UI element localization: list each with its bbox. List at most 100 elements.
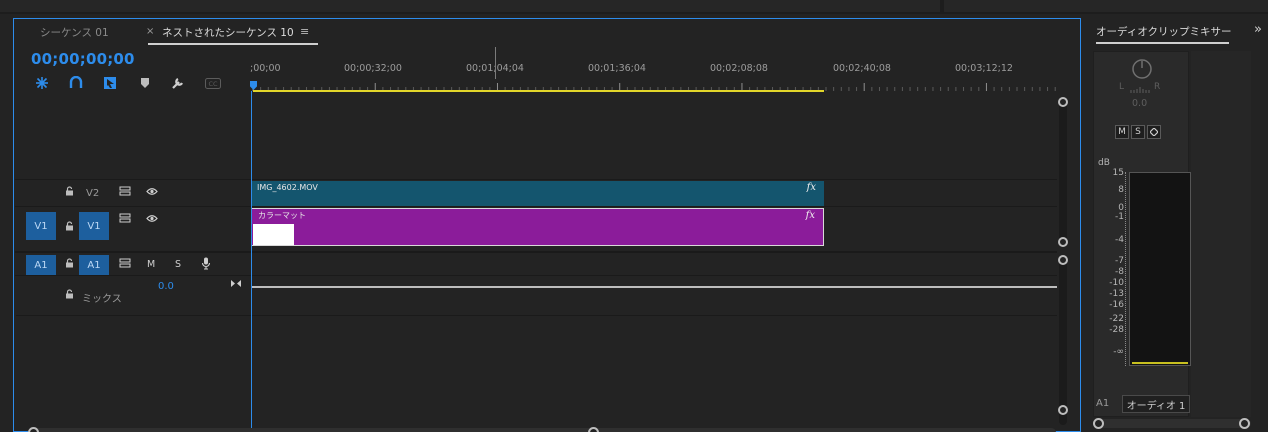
hover-indicator-line: [495, 47, 496, 79]
ruler-label: 00;01;36;04: [588, 63, 646, 74]
marker-icon[interactable]: [138, 76, 152, 90]
meter-ticks: [1125, 172, 1127, 366]
playhead-timecode[interactable]: 00;00;00;00: [31, 50, 135, 68]
toggle-sync-lock-icon[interactable]: [119, 213, 131, 226]
active-tab-underline: [148, 43, 318, 45]
pan-value[interactable]: 0.0: [1132, 98, 1147, 109]
track-mix: ミックス 0.0: [15, 275, 1057, 316]
add-marker-icon[interactable]: [103, 76, 117, 90]
top-strip: [0, 0, 1268, 14]
lock-icon[interactable]: [65, 186, 74, 199]
time-ruler[interactable]: ;00;00 00;00;32;00 00;01;04;04 00;01;36;…: [250, 59, 1061, 95]
output-select[interactable]: オーディオ 1: [1122, 395, 1190, 413]
fx-badge[interactable]: fx: [807, 182, 816, 193]
lock-icon[interactable]: [65, 258, 74, 271]
mix-volume-line[interactable]: [251, 286, 1057, 288]
ruler-label: 00;00;32;00: [344, 63, 402, 74]
toggle-sync-lock-icon[interactable]: [119, 186, 131, 199]
more-panels-icon[interactable]: »: [1254, 22, 1262, 37]
wrench-icon[interactable]: [171, 76, 185, 90]
tab-audio-clip-mixer[interactable]: オーディオクリップミキサー: [1096, 24, 1232, 39]
track-target-a1[interactable]: A1: [79, 255, 109, 275]
top-bar-segment: [944, 0, 1268, 12]
track-target-v1[interactable]: V1: [79, 212, 109, 240]
db-scale: 15 8 0 -1 -4 -7 -8 -10 -13 -16 -22 -28 -…: [1094, 166, 1124, 374]
audio-clip-mixer-panel: オーディオクリップミキサー » L R 0.0 M S dB 15 8 0 -1…: [1087, 18, 1268, 432]
mix-volume-value[interactable]: 0.0: [158, 281, 174, 292]
scroll-handle[interactable]: [1058, 405, 1068, 415]
db-tick: 15: [1112, 168, 1124, 178]
db-tick: -22: [1109, 314, 1124, 324]
video-empty-area: [15, 91, 1057, 179]
db-tick: -1: [1115, 212, 1124, 222]
pan-knob-icon[interactable]: [1131, 58, 1153, 83]
captions-icon[interactable]: CC: [204, 76, 222, 90]
playhead-line: [251, 91, 252, 431]
db-tick: -10: [1109, 278, 1124, 288]
record-keyframes-button[interactable]: [1147, 125, 1161, 139]
clip-thumbnail: [253, 224, 294, 245]
active-tab-underline: [1096, 42, 1229, 44]
source-patch-a1[interactable]: A1: [26, 255, 56, 275]
eye-icon[interactable]: [146, 214, 158, 226]
tab-nested-sequence[interactable]: ネストされたシーケンス 10: [162, 25, 294, 40]
pan-right-label: R: [1154, 82, 1161, 92]
track-v1: V1 V1 カラーマット fx: [15, 206, 1057, 249]
top-bar-segment: [0, 0, 940, 12]
ruler-label: 00;03;12;12: [955, 63, 1013, 74]
mute-button[interactable]: M: [147, 259, 155, 270]
fader-level[interactable]: [1132, 362, 1188, 364]
eye-icon[interactable]: [146, 187, 158, 199]
track-a1: A1 A1 M S: [15, 251, 1057, 276]
ruler-label: 00;02;40;08: [833, 63, 891, 74]
scroll-handle-left[interactable]: [1093, 418, 1104, 429]
solo-button[interactable]: S: [1131, 125, 1145, 139]
fx-badge[interactable]: fx: [806, 210, 815, 221]
db-tick: -7: [1115, 256, 1124, 266]
timeline-panel: シーケンス 01 × ネストされたシーケンス 10 ≡ 00;00;00;00 …: [13, 18, 1081, 432]
source-patch-v1[interactable]: V1: [26, 212, 56, 240]
channel-strip-a1: L R 0.0 M S dB 15 8 0 -1 -4 -7 -8 -10 -1…: [1093, 51, 1191, 417]
channel-label: A1: [1096, 398, 1110, 409]
svg-text:CC: CC: [208, 80, 218, 88]
pan-scale-icon: [1130, 85, 1150, 93]
video-vertical-scrollbar[interactable]: [1058, 97, 1068, 247]
track-name-mix: ミックス: [82, 294, 122, 305]
go-to-end-icon[interactable]: [230, 279, 242, 291]
clip-name: IMG_4602.MOV: [257, 183, 318, 192]
panel-menu-icon[interactable]: ≡: [300, 25, 309, 38]
scroll-handle[interactable]: [1058, 237, 1068, 247]
scroll-handle-left[interactable]: [28, 427, 39, 432]
toggle-sync-lock-icon[interactable]: [119, 258, 131, 271]
timeline-horizontal-scrollbar[interactable]: [28, 427, 1056, 432]
linked-selection-icon[interactable]: [69, 76, 83, 90]
scroll-handle-right[interactable]: [1239, 418, 1250, 429]
mixer-horizontal-scrollbar[interactable]: [1093, 418, 1251, 429]
clip-name: カラーマット: [258, 211, 306, 220]
volume-meter[interactable]: [1129, 172, 1191, 366]
db-tick: -13: [1109, 289, 1124, 299]
lock-icon[interactable]: [65, 221, 74, 234]
scroll-handle[interactable]: [1058, 97, 1068, 107]
db-tick: 8: [1118, 185, 1124, 195]
track-name-v2[interactable]: V2: [86, 188, 99, 199]
clip-color-matte[interactable]: カラーマット fx: [251, 208, 824, 246]
db-tick: -∞: [1113, 347, 1124, 357]
pan-left-label: L: [1119, 82, 1125, 92]
db-tick: -16: [1109, 300, 1124, 310]
audio-vertical-scrollbar[interactable]: [1058, 255, 1068, 425]
microphone-icon[interactable]: [201, 257, 211, 273]
solo-button[interactable]: S: [175, 259, 181, 270]
ruler-label: 00;02;08;08: [710, 63, 768, 74]
clip-img-4602[interactable]: IMG_4602.MOV fx: [251, 181, 824, 206]
scroll-handle-right[interactable]: [588, 427, 599, 432]
divider: [16, 315, 1057, 316]
tab-close-button[interactable]: ×: [146, 26, 154, 37]
db-tick: -28: [1109, 325, 1124, 335]
tab-sequence-01[interactable]: シーケンス 01: [40, 25, 109, 40]
lock-icon[interactable]: [65, 289, 74, 302]
snap-icon[interactable]: [35, 76, 49, 90]
mute-button[interactable]: M: [1115, 125, 1129, 139]
scroll-handle[interactable]: [1058, 255, 1068, 265]
track-v2: V2 IMG_4602.MOV fx: [15, 179, 1057, 206]
